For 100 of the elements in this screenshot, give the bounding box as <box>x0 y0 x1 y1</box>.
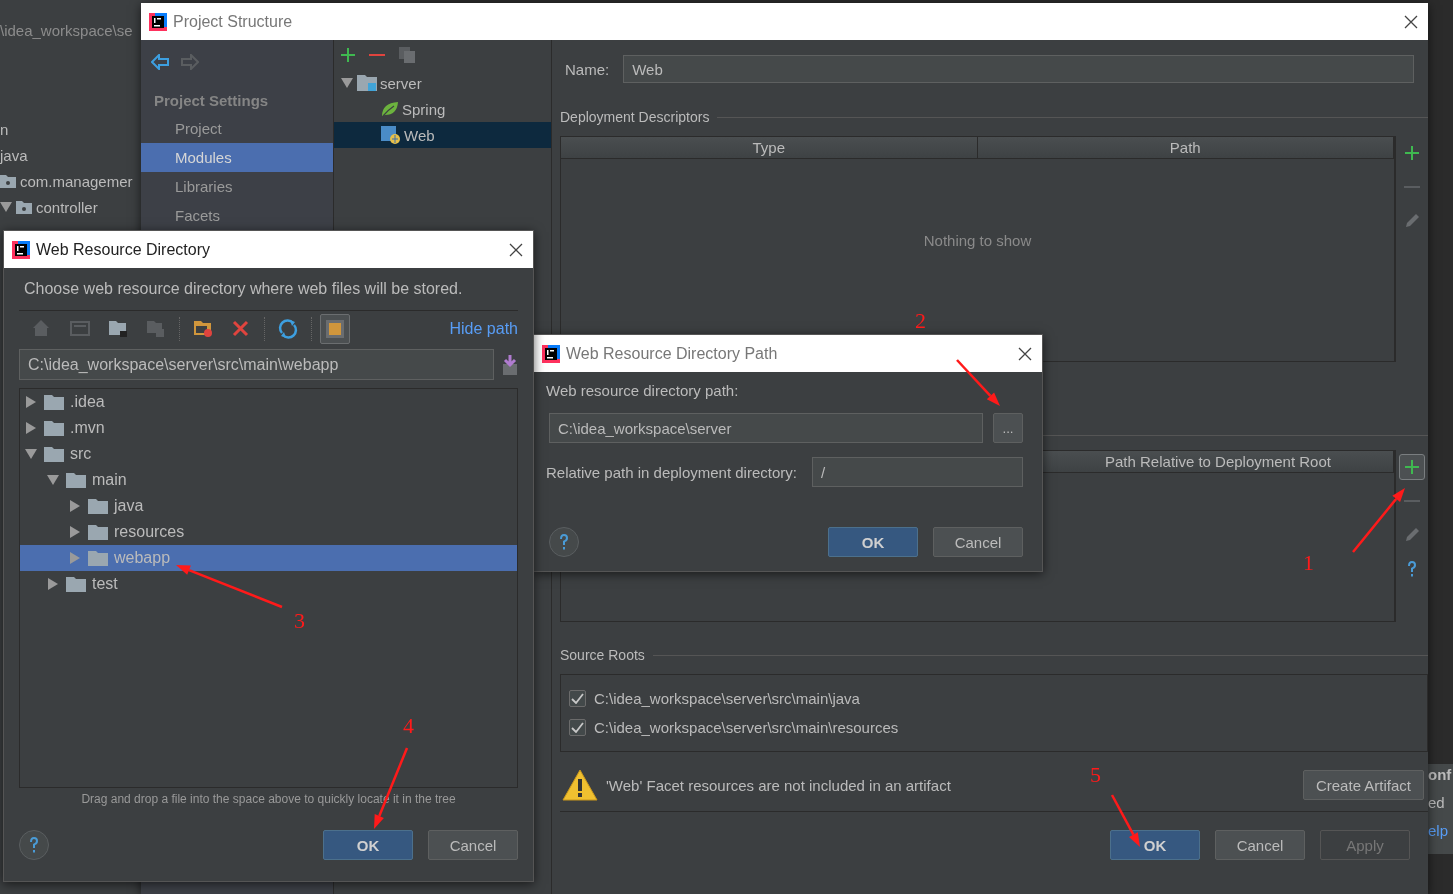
download-icon[interactable] <box>502 353 518 376</box>
tree-row[interactable]: resources <box>20 519 517 545</box>
step-number: 2 <box>915 308 926 333</box>
app-logo-icon <box>542 344 560 363</box>
dialog-button[interactable]: Cancel <box>933 527 1023 557</box>
folder-icon <box>88 550 108 566</box>
new-folder-icon <box>193 319 213 339</box>
path-field[interactable]: C:\idea_workspace\server\src\main\webapp <box>19 349 494 380</box>
checkbox[interactable] <box>569 719 586 736</box>
toolbar-button[interactable] <box>320 314 350 344</box>
tree-row[interactable]: server <box>334 70 551 96</box>
checkbox[interactable] <box>569 690 586 707</box>
window-title: Web Resource Directory <box>36 240 211 259</box>
tree-label: Web <box>404 126 435 144</box>
help-button[interactable] <box>19 830 49 860</box>
field-label: Web resource directory path: <box>546 382 740 401</box>
warning-text: 'Web' Facet resources are not included in an artifact <box>606 776 952 794</box>
tree-row[interactable]: .idea <box>20 389 517 415</box>
column-header[interactable]: Path <box>977 137 1394 158</box>
toolbar-button[interactable] <box>1399 454 1425 480</box>
checkbox-label: C:\idea_workspace\server\src\main\java <box>594 690 860 707</box>
folder-icon <box>44 446 64 462</box>
leaf-icon <box>381 101 399 117</box>
tree-item[interactable]: java <box>0 146 28 164</box>
annotation-arrow <box>1110 794 1140 847</box>
sidebar-item[interactable]: Project <box>141 114 333 143</box>
pencil-icon <box>1404 213 1420 229</box>
square-icon <box>325 319 345 339</box>
tree-row[interactable]: src <box>20 441 517 467</box>
link-text[interactable]: elp <box>1428 820 1453 842</box>
tree-row[interactable]: Web <box>334 122 551 148</box>
step-number: 5 <box>1090 762 1101 787</box>
warning-icon <box>562 769 598 801</box>
close-button[interactable] <box>1018 346 1032 361</box>
tree-row[interactable]: .mvn <box>20 415 517 441</box>
folder-icon <box>146 319 166 339</box>
sidebar-item[interactable]: Modules <box>141 143 333 172</box>
sidebar-item[interactable]: Facets <box>141 201 333 230</box>
path-text: \idea_workspace\se <box>0 22 134 41</box>
tree-label: .idea <box>70 393 105 411</box>
folder-icon <box>44 420 64 436</box>
module-folder-icon <box>357 75 377 91</box>
tree-label: .mvn <box>70 419 105 437</box>
folder-icon <box>66 472 86 488</box>
tree-label: main <box>92 471 127 489</box>
name-field[interactable]: Web <box>623 55 1414 83</box>
step-number: 4 <box>403 713 414 738</box>
tree-label: resources <box>114 523 185 541</box>
dialog-button[interactable]: OK <box>323 830 413 860</box>
dialog-button[interactable]: Cancel <box>1215 830 1305 860</box>
create-artifact-button[interactable]: Create Artifact <box>1302 770 1424 800</box>
step-number: 3 <box>294 608 305 633</box>
help-button[interactable] <box>549 527 579 557</box>
window-title: Web Resource Directory Path <box>566 344 779 363</box>
help-icon <box>1406 560 1418 578</box>
tree-item[interactable]: com.managemer <box>20 172 133 190</box>
annotation-arrow <box>956 359 1000 406</box>
field-label: Name: <box>565 60 610 78</box>
empty-message: Nothing to show <box>923 231 1032 249</box>
step-number: 1 <box>1303 550 1314 575</box>
hide-path-link[interactable]: Hide path <box>449 320 518 338</box>
relative-path-field[interactable]: / <box>811 457 1023 487</box>
tree-item[interactable]: n <box>0 120 9 138</box>
add-icon <box>1404 459 1420 475</box>
refresh-icon <box>278 319 298 339</box>
tree-row[interactable]: main <box>20 467 517 493</box>
dialog-button[interactable]: Cancel <box>428 830 518 860</box>
help-icon <box>558 533 570 551</box>
help-icon <box>28 836 40 854</box>
folder-icon <box>44 394 64 410</box>
dialog-button[interactable]: OK <box>1110 830 1200 860</box>
tree-label: server <box>380 74 422 92</box>
folder-icon <box>88 498 108 514</box>
back-arrow-icon[interactable] <box>151 54 169 70</box>
web-module-icon <box>381 126 401 144</box>
package-folder-icon <box>16 200 32 214</box>
window-title: Project Structure <box>173 12 294 31</box>
dialog-button[interactable]: OK <box>828 527 918 557</box>
delete-icon <box>231 319 251 339</box>
section-title: Source Roots <box>560 647 645 663</box>
tree-row[interactable]: test <box>20 571 517 597</box>
close-button[interactable] <box>509 242 523 257</box>
home-icon <box>32 319 52 339</box>
tree-item[interactable]: controller <box>36 198 98 216</box>
section-heading: Project Settings <box>153 91 270 111</box>
column-header[interactable]: Type <box>561 137 978 158</box>
folder-icon <box>88 524 108 540</box>
close-button[interactable] <box>1404 14 1418 29</box>
folder-icon <box>66 576 86 592</box>
section-title: Deployment Descriptors <box>560 109 710 125</box>
add-icon <box>1404 145 1420 161</box>
add-icon[interactable] <box>340 47 356 63</box>
tree-row[interactable]: webapp <box>20 545 517 571</box>
window-icon <box>70 319 90 339</box>
sidebar-item[interactable]: Libraries <box>141 172 333 201</box>
browse-button[interactable]: ... <box>993 413 1023 443</box>
tree-row[interactable]: Spring <box>334 96 551 122</box>
path-field[interactable]: C:\idea_workspace\server <box>549 413 983 443</box>
copy-icon[interactable] <box>398 46 416 64</box>
tree-row[interactable]: java <box>20 493 517 519</box>
